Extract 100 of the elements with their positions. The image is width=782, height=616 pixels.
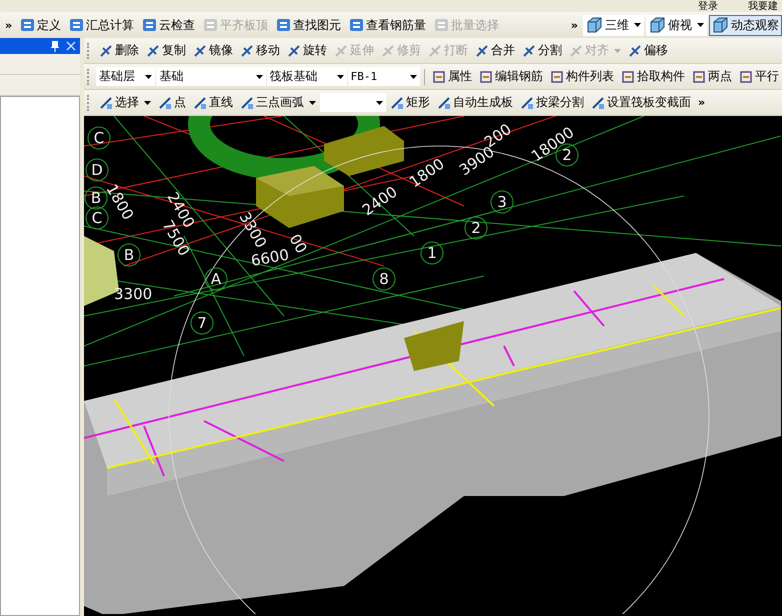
tool-icon: [20, 18, 36, 32]
toolbar-button[interactable]: 汇总计算: [66, 14, 138, 36]
view-button[interactable]: 俯视: [646, 14, 707, 36]
toolbar-button[interactable]: 属性: [428, 66, 475, 87]
axis-label: 1: [420, 242, 444, 264]
tool-icon: [620, 70, 635, 84]
caret-icon: [336, 74, 344, 78]
caret-icon: [410, 74, 418, 78]
toolbar-button[interactable]: 矩形: [387, 92, 433, 113]
dropdown-field[interactable]: [320, 93, 386, 112]
tool-icon: [193, 96, 207, 110]
pin-icon[interactable]: [50, 40, 60, 52]
dimension-label: 3300: [114, 285, 152, 303]
tool-icon: [381, 44, 395, 58]
toolbar-button[interactable]: 删除: [96, 40, 142, 61]
axis-label: D: [86, 158, 108, 182]
toolbar-button[interactable]: 分割: [519, 40, 565, 61]
toolbar-button[interactable]: 旋转: [284, 40, 330, 61]
toolbar-button[interactable]: 设置筏板变截面: [588, 92, 694, 113]
tool-icon: [390, 96, 404, 110]
tool-icon: [193, 44, 207, 58]
tool-icon: [99, 44, 113, 58]
tool-icon: [69, 18, 84, 32]
toolbar-button[interactable]: 按梁分割: [517, 92, 587, 113]
tool-icon: [692, 70, 706, 84]
toolbar-button[interactable]: 自动生成板: [434, 92, 516, 113]
toolbar-overflow-button[interactable]: »: [568, 18, 581, 32]
axis-label: 3: [490, 190, 514, 214]
tool-icon: [276, 18, 292, 32]
close-icon[interactable]: [66, 41, 76, 51]
view-button[interactable]: 动态观察: [709, 14, 782, 36]
dropdown-field[interactable]: 筏板基础: [266, 67, 347, 86]
toolbar-button[interactable]: 拾取构件: [618, 66, 688, 87]
caret-icon: [634, 23, 641, 27]
caret-icon: [614, 48, 621, 52]
tool-icon: [434, 18, 450, 32]
toolbar-button[interactable]: 查看钢筋量: [346, 14, 430, 36]
caret-icon: [309, 100, 316, 104]
dropdown-field[interactable]: 基础: [156, 67, 266, 86]
dimension-label: 6600: [250, 246, 290, 270]
axis-label: 2: [464, 216, 488, 240]
toolbar-overflow-button[interactable]: »: [2, 18, 16, 32]
tool-icon: [240, 96, 254, 110]
tool-icon: [287, 44, 301, 58]
caret-icon: [376, 100, 383, 104]
toolbar-button[interactable]: 复制: [143, 40, 189, 61]
panel-row[interactable]: [0, 75, 80, 96]
tool-icon: [146, 44, 160, 58]
tool-icon: [349, 18, 364, 32]
caret-icon: [256, 74, 263, 78]
toolbar-button[interactable]: 选择: [96, 92, 154, 113]
tool-icon: [203, 18, 218, 32]
tool-icon: [520, 96, 534, 110]
toolbar-button[interactable]: 移动: [237, 40, 283, 61]
cube-icon: [649, 17, 666, 33]
toolbar-button[interactable]: 云检查: [139, 14, 198, 36]
cube-icon: [712, 17, 729, 33]
toolbar-button[interactable]: 直线: [190, 92, 236, 113]
caret-icon: [697, 23, 704, 27]
tool-icon: [142, 18, 158, 32]
tool-icon: [240, 44, 254, 58]
toolbar-button[interactable]: 定义: [17, 14, 64, 36]
dropdown-field[interactable]: FB-1: [348, 67, 420, 86]
tool-icon: [432, 70, 446, 84]
toolbar-overflow-button[interactable]: »: [695, 96, 708, 109]
caret-icon: [144, 100, 151, 104]
view-button[interactable]: 三维: [583, 14, 644, 36]
toolbar-button[interactable]: 编辑钢筋: [476, 66, 546, 87]
tool-icon: [334, 44, 348, 58]
top-link[interactable]: 登录: [698, 0, 718, 12]
tool-icon: [428, 44, 442, 58]
toolbar-button[interactable]: 偏移: [625, 40, 671, 61]
tool-icon: [158, 96, 172, 110]
axis-label: B: [118, 244, 140, 266]
axis-label: 8: [372, 268, 396, 290]
tool-icon: [591, 96, 605, 110]
toolbar-button[interactable]: 三点画弧: [237, 92, 319, 113]
dropdown-field[interactable]: 基础层: [96, 67, 156, 86]
caret-icon: [145, 74, 152, 78]
top-link[interactable]: 我要建: [748, 0, 778, 12]
cube-icon: [586, 17, 603, 33]
tool-icon: [478, 70, 493, 84]
tool-icon: [437, 96, 451, 110]
tool-icon: [522, 44, 536, 58]
tool-icon: [569, 44, 583, 58]
toolbar-button[interactable]: 合并: [472, 40, 518, 61]
toolbar-button[interactable]: 查找图元: [273, 14, 344, 36]
toolbar-button[interactable]: 构件列表: [546, 66, 617, 87]
toolbar-button[interactable]: 点: [155, 92, 189, 113]
axis-label: A: [204, 268, 228, 290]
toolbar-button[interactable]: 两点: [688, 66, 735, 87]
axis-label: C: [86, 206, 108, 230]
tool-icon: [628, 44, 642, 58]
tool-icon: [738, 70, 753, 84]
toolbar-button[interactable]: 平行: [736, 66, 782, 87]
axis-label: B: [84, 186, 108, 210]
tool-icon: [550, 70, 564, 84]
toolbar-button[interactable]: 镜像: [190, 40, 236, 61]
axis-label: C: [88, 126, 110, 150]
tool-icon: [475, 44, 489, 58]
